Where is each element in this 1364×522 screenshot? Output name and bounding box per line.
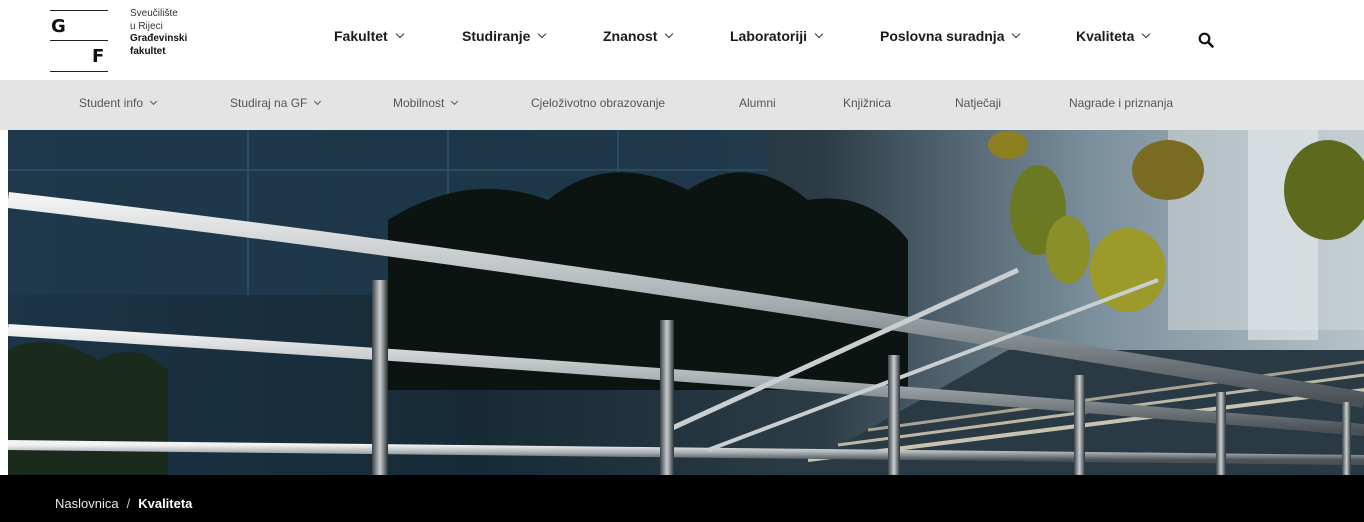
logo-rule (50, 10, 108, 11)
sub-nav-alumni[interactable]: Alumni (739, 96, 776, 110)
chevron-down-icon (538, 29, 547, 39)
main-nav-znanost[interactable]: Znanost (603, 28, 674, 44)
sub-nav-label: Natječaji (955, 96, 1002, 110)
chevron-down-icon (395, 29, 404, 39)
chevron-down-icon (150, 97, 158, 105)
sub-nav-label: Student info (79, 96, 144, 110)
sub-nav-label: Cjeloživotno obrazovanje (531, 96, 666, 110)
sub-nav-studiraj-na-gf[interactable]: Studiraj na GF (230, 96, 322, 110)
main-nav-label: Studiranje (462, 28, 531, 44)
chevron-down-icon (814, 29, 824, 39)
breadcrumb-bar: Naslovnica / Kvaliteta (0, 475, 1364, 522)
main-nav-laboratoriji[interactable]: Laboratoriji (730, 28, 824, 44)
logo-letter-f: F (92, 46, 105, 67)
chevron-down-icon (665, 29, 674, 39)
chevron-down-icon (1142, 29, 1151, 39)
faculty-logo[interactable]: G F Sveučilište u Rijeci Građevinski fak… (48, 6, 198, 74)
logo-wordmark: Sveučilište u Rijeci Građevinski fakulte… (130, 8, 187, 58)
main-nav-label: Kvaliteta (1076, 28, 1135, 44)
main-nav-studiranje[interactable]: Studiranje (462, 28, 547, 44)
breadcrumb-current: Kvaliteta (138, 496, 193, 511)
sub-nav-natjecaji[interactable]: Natječaji (955, 96, 1001, 110)
logo-line-city: u Rijeci (130, 20, 163, 32)
secondary-nav: Student info Studiraj na GF Mobilnost Cj… (0, 80, 1364, 130)
main-nav-label: Znanost (603, 28, 658, 44)
main-nav-poslovna-suradnja[interactable]: Poslovna suradnja (880, 28, 1021, 44)
breadcrumb: Naslovnica / Kvaliteta (55, 496, 192, 511)
main-nav-label: Fakultet (334, 28, 388, 44)
logo-letter-g: G (51, 16, 66, 37)
sub-nav-nagrade-i-priznanja[interactable]: Nagrade i priznanja (1069, 96, 1173, 110)
hero-photo-railings (8, 130, 1364, 475)
logo-line-faculty-2: fakultet (130, 45, 166, 57)
breadcrumb-home-link[interactable]: Naslovnica (55, 496, 119, 511)
chevron-down-icon (314, 97, 322, 105)
site-header: G F Sveučilište u Rijeci Građevinski fak… (0, 0, 1364, 80)
main-nav-label: Poslovna suradnja (880, 28, 1005, 44)
sub-nav-label: Alumni (739, 96, 776, 110)
chevron-down-icon (1012, 29, 1021, 39)
sub-nav-mobilnost[interactable]: Mobilnost (393, 96, 459, 110)
sub-nav-cjelozivotno-obrazovanje[interactable]: Cjeloživotno obrazovanje (531, 96, 665, 110)
sub-nav-label: Mobilnost (393, 96, 445, 110)
logo-rule (50, 71, 108, 72)
breadcrumb-separator: / (126, 496, 131, 511)
hero-image (8, 130, 1364, 475)
search-icon[interactable] (1198, 32, 1214, 48)
sub-nav-label: Nagrade i priznanja (1069, 96, 1174, 110)
sub-nav-student-info[interactable]: Student info (79, 96, 158, 110)
sub-nav-label: Studiraj na GF (230, 96, 308, 110)
logo-rule (50, 40, 108, 41)
chevron-down-icon (451, 97, 459, 105)
sub-nav-knjiznica[interactable]: Knjižnica (843, 96, 891, 110)
main-nav-label: Laboratoriji (730, 28, 808, 44)
logo-line-faculty: Građevinski (130, 33, 188, 44)
main-nav-fakultet[interactable]: Fakultet (334, 28, 404, 44)
main-nav-kvaliteta[interactable]: Kvaliteta (1076, 28, 1151, 44)
logo-line-university: Sveučilište (130, 8, 178, 19)
sub-nav-label: Knjižnica (843, 96, 892, 110)
